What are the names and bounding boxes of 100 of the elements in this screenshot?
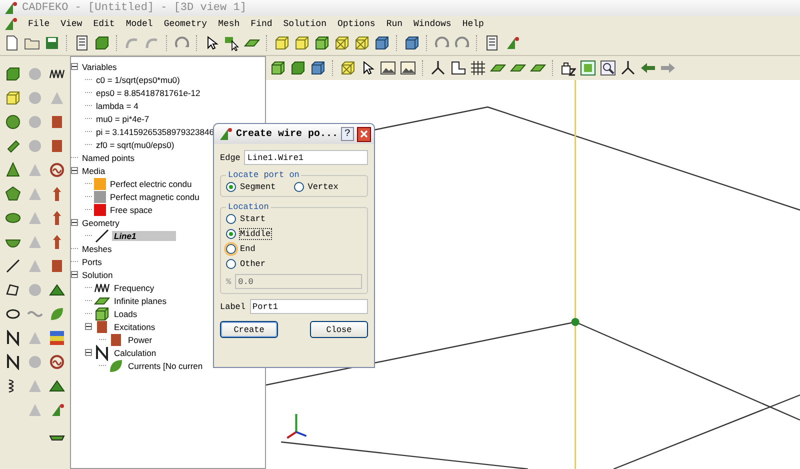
- image-icon[interactable]: [400, 60, 416, 76]
- pyramid-icon[interactable]: [49, 282, 65, 298]
- lock-icon[interactable]: [560, 60, 576, 76]
- cross-cube-icon[interactable]: [334, 35, 350, 51]
- ring-icon[interactable]: [49, 162, 65, 178]
- axes-icon[interactable]: [620, 60, 636, 76]
- list-icon[interactable]: [484, 35, 500, 51]
- cross-cube-icon[interactable]: [354, 35, 370, 51]
- tree-item[interactable]: Named points: [80, 152, 136, 162]
- tree-item[interactable]: eps0 = 8.85418781761e-12: [94, 88, 202, 98]
- tree-item[interactable]: Free space: [108, 204, 155, 214]
- image-icon[interactable]: [380, 60, 396, 76]
- tree-item[interactable]: Currents [No curren: [126, 360, 205, 370]
- tree-item[interactable]: Perfect magnetic condu: [108, 192, 202, 202]
- sphere-icon[interactable]: [5, 114, 21, 130]
- list-icon[interactable]: [74, 35, 90, 51]
- menu-item[interactable]: File: [27, 18, 51, 28]
- tree-item[interactable]: c0 = 1/sqrt(eps0*mu0): [94, 74, 182, 84]
- line-icon[interactable]: [5, 258, 21, 274]
- tree-item[interactable]: Geometry: [80, 218, 122, 228]
- block-icon[interactable]: [49, 138, 65, 154]
- cube-icon[interactable]: [294, 35, 310, 51]
- collapse-toggle[interactable]: [71, 271, 78, 278]
- label-field[interactable]: Port1: [250, 299, 368, 314]
- tree-item[interactable]: zf0 = sqrt(mu0/eps0): [94, 140, 176, 150]
- page-icon[interactable]: [4, 35, 20, 51]
- radio-button[interactable]: [226, 229, 236, 239]
- fit-icon[interactable]: [580, 60, 596, 76]
- dialog-button[interactable]: Close: [310, 321, 368, 338]
- tree-item[interactable]: Line1: [112, 230, 176, 240]
- grid-icon[interactable]: [470, 60, 486, 76]
- zoom-icon[interactable]: [600, 60, 616, 76]
- tree-item[interactable]: lambda = 4: [94, 100, 140, 110]
- tree-item[interactable]: mu0 = pi*4e-7: [94, 114, 152, 124]
- port-point[interactable]: [571, 318, 580, 326]
- help-button[interactable]: ?: [341, 127, 354, 141]
- axes-icon[interactable]: [430, 60, 446, 76]
- menu-item[interactable]: Model: [124, 18, 154, 28]
- radio-button[interactable]: [226, 182, 236, 192]
- menu-item[interactable]: Solution: [282, 18, 328, 28]
- menu-item[interactable]: Find: [250, 18, 274, 28]
- collapse-toggle[interactable]: [71, 63, 78, 70]
- dialog-button[interactable]: Create: [220, 321, 278, 338]
- tree-item[interactable]: pi = 3.14159265358979323846: [94, 126, 216, 136]
- radio-label[interactable]: Other: [240, 259, 266, 269]
- antenna-icon[interactable]: [49, 402, 65, 418]
- radio-label[interactable]: Vertex: [308, 182, 338, 192]
- cross-cube-icon[interactable]: [340, 60, 356, 76]
- solid-cube-icon[interactable]: [270, 60, 286, 76]
- radio-button[interactable]: [226, 214, 236, 224]
- antenna-icon[interactable]: [504, 35, 520, 51]
- cube-icon[interactable]: [5, 90, 21, 106]
- block-icon[interactable]: [49, 114, 65, 130]
- tree-item[interactable]: Variables: [80, 62, 119, 72]
- close-button[interactable]: [357, 126, 371, 142]
- polyline-icon[interactable]: [5, 282, 21, 298]
- zigzag-icon[interactable]: [5, 354, 21, 370]
- spectrum-icon[interactable]: [49, 330, 65, 346]
- collapse-toggle[interactable]: [85, 349, 92, 356]
- menu-item[interactable]: Help: [461, 18, 485, 28]
- menu-item[interactable]: Mesh: [217, 18, 241, 28]
- corner-icon[interactable]: [450, 60, 466, 76]
- box-icon[interactable]: [5, 66, 21, 82]
- radio-button[interactable]: [226, 259, 236, 269]
- tree-item[interactable]: Frequency: [112, 282, 156, 292]
- menu-item[interactable]: Windows: [412, 18, 452, 28]
- radio-button[interactable]: [294, 182, 304, 192]
- cube-icon[interactable]: [274, 35, 290, 51]
- tree-item[interactable]: Infinite planes: [112, 296, 168, 306]
- radio-label[interactable]: End: [240, 244, 256, 254]
- radio-label[interactable]: Start: [240, 214, 266, 224]
- menu-item[interactable]: Options: [336, 18, 376, 28]
- edge-field[interactable]: Line1.Wire1: [244, 150, 368, 165]
- menu-item[interactable]: View: [60, 18, 84, 28]
- collapse-toggle[interactable]: [85, 323, 92, 330]
- shaded-cube-icon[interactable]: [310, 60, 326, 76]
- tree-item[interactable]: Calculation: [112, 348, 158, 358]
- collapse-toggle[interactable]: [71, 167, 78, 174]
- solid-cube-icon[interactable]: [314, 35, 330, 51]
- ellipse-icon[interactable]: [5, 210, 21, 226]
- tree-item[interactable]: Excitations: [112, 322, 158, 332]
- radio-label[interactable]: Middle: [240, 229, 271, 239]
- box-icon[interactable]: [290, 60, 306, 76]
- zigzag-icon[interactable]: [5, 330, 21, 346]
- pyramid-icon[interactable]: [49, 378, 65, 394]
- tree-item[interactable]: Media: [80, 166, 108, 176]
- tree-item[interactable]: Power: [126, 334, 154, 344]
- menu-item[interactable]: Run: [385, 18, 404, 28]
- tree-item[interactable]: Solution: [80, 270, 115, 280]
- cursor-box-icon[interactable]: [224, 35, 240, 51]
- collapse-toggle[interactable]: [71, 219, 78, 226]
- cone-icon[interactable]: [5, 162, 21, 178]
- cylinder-icon[interactable]: [5, 138, 21, 154]
- block-icon[interactable]: [49, 258, 65, 274]
- shaded-cube-icon[interactable]: [404, 35, 420, 51]
- left-icon[interactable]: [640, 60, 656, 76]
- menu-item[interactable]: Geometry: [162, 18, 208, 28]
- shaded-cube-icon[interactable]: [374, 35, 390, 51]
- radio-label[interactable]: Segment: [240, 182, 276, 192]
- pentagon-icon[interactable]: [5, 186, 21, 202]
